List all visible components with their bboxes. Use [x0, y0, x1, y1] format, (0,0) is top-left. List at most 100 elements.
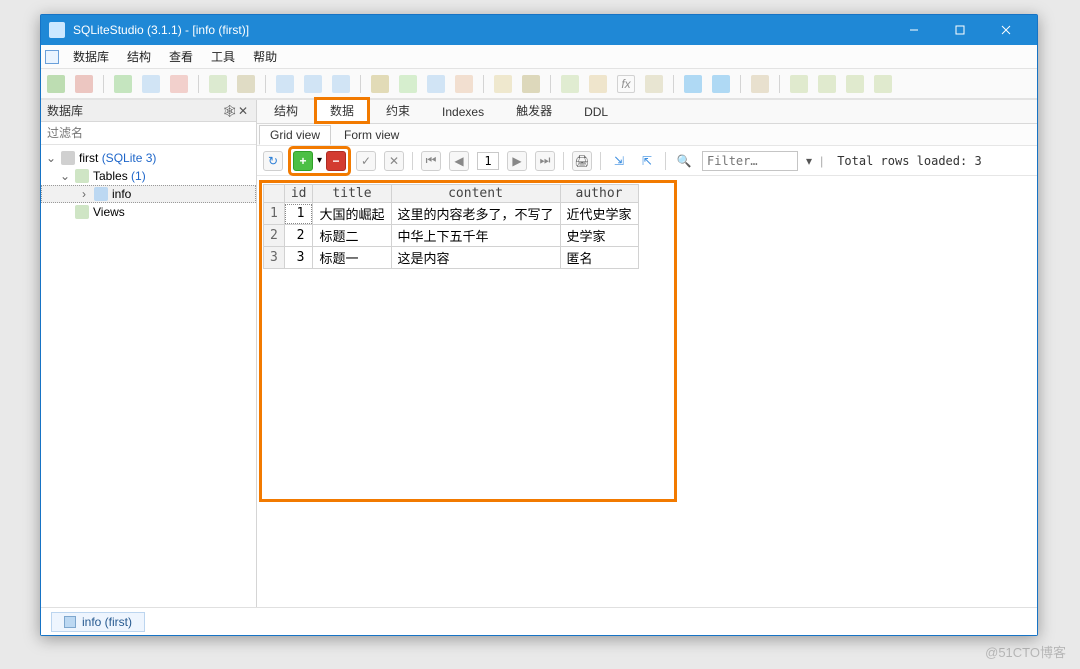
fx-icon[interactable]: fx: [617, 75, 635, 93]
cell-selected[interactable]: 1: [284, 203, 313, 225]
connect-icon[interactable]: [47, 75, 65, 93]
table-name-label: info: [112, 187, 131, 201]
maximize-button[interactable]: [937, 15, 983, 45]
grid-row[interactable]: 1 1 大国的崛起 这里的内容老多了，不写了 近代史学家: [264, 203, 639, 225]
tb-s1[interactable]: [276, 75, 294, 93]
col-id[interactable]: id: [284, 185, 313, 203]
tree-tables-node[interactable]: ⌄ Tables (1): [41, 167, 256, 185]
tb-t4[interactable]: [455, 75, 473, 93]
tree-db-node[interactable]: ⌄ first (SQLite 3): [41, 149, 256, 167]
print-button[interactable]: 🖨: [572, 151, 592, 171]
first-page-button[interactable]: ⏮: [421, 151, 441, 171]
tb-t2[interactable]: [399, 75, 417, 93]
tab-ddl[interactable]: DDL: [569, 101, 623, 123]
prev-page-button[interactable]: ◀: [449, 151, 469, 171]
tb-l3[interactable]: [846, 75, 864, 93]
watermark: @51CTO博客: [985, 642, 1066, 661]
remove-db-icon[interactable]: [170, 75, 188, 93]
insert-row-button[interactable]: +: [293, 151, 313, 171]
tb-l1[interactable]: [790, 75, 808, 93]
content-area: 结构 数据 约束 Indexes 触发器 DDL Grid view Form …: [257, 100, 1037, 607]
tab-indexes[interactable]: Indexes: [427, 101, 499, 123]
views-label: Views: [93, 205, 125, 219]
disconnect-icon[interactable]: [75, 75, 93, 93]
tb-t1[interactable]: [371, 75, 389, 93]
menu-database[interactable]: 数据库: [65, 46, 117, 67]
col-content[interactable]: content: [391, 185, 560, 203]
close-button[interactable]: [983, 15, 1029, 45]
tb-g2[interactable]: [237, 75, 255, 93]
tree-views-node[interactable]: Views: [41, 203, 256, 221]
filter-input[interactable]: [702, 151, 798, 171]
tb-u2[interactable]: [522, 75, 540, 93]
tree-table-info[interactable]: › info: [41, 185, 256, 203]
tab-data[interactable]: 数据: [315, 98, 369, 123]
pin-icon[interactable]: 🕸: [222, 104, 236, 118]
tb-v1[interactable]: [561, 75, 579, 93]
tab-constraints[interactable]: 约束: [371, 98, 425, 123]
status-tab-label: info (first): [82, 615, 132, 629]
tb-l2[interactable]: [818, 75, 836, 93]
delete-row-button[interactable]: −: [326, 151, 346, 171]
expand-cols-icon[interactable]: ⇱: [637, 151, 657, 171]
grid-area: id title content author 1 1 大国的崛起 这里的内容老…: [257, 176, 1037, 607]
tb-s3[interactable]: [332, 75, 350, 93]
menu-tools[interactable]: 工具: [203, 46, 243, 67]
refresh-button[interactable]: ↻: [263, 151, 283, 171]
edit-db-icon[interactable]: [142, 75, 160, 93]
insert-dropdown-icon[interactable]: ▾: [317, 155, 322, 166]
rollback-button[interactable]: ✕: [384, 151, 404, 171]
sidebar-filter-input[interactable]: [41, 122, 256, 145]
page-input[interactable]: [477, 152, 499, 170]
titlebar: SQLiteStudio (3.1.1) - [info (first)]: [41, 15, 1037, 45]
subtab-form[interactable]: Form view: [333, 125, 410, 145]
tb-a1[interactable]: [684, 75, 702, 93]
status-tab[interactable]: info (first): [51, 612, 145, 632]
tb-u1[interactable]: [494, 75, 512, 93]
tb-a2[interactable]: [712, 75, 730, 93]
grid-header: id title content author: [264, 185, 639, 203]
subtab-grid[interactable]: Grid view: [259, 125, 331, 145]
tb-l4[interactable]: [874, 75, 892, 93]
db-tree[interactable]: ⌄ first (SQLite 3) ⌄ Tables (1) › info V…: [41, 145, 256, 607]
tb-t3[interactable]: [427, 75, 445, 93]
col-title[interactable]: title: [313, 185, 391, 203]
grid-row[interactable]: 3 3 标题一 这是内容 匿名: [264, 247, 639, 269]
tab-structure[interactable]: 结构: [259, 98, 313, 123]
tb-v3[interactable]: [645, 75, 663, 93]
tb-g1[interactable]: [209, 75, 227, 93]
close-panel-icon[interactable]: ✕: [236, 104, 250, 118]
app-window: SQLiteStudio (3.1.1) - [info (first)] 数据…: [40, 14, 1038, 636]
col-author[interactable]: author: [560, 185, 638, 203]
row-header-corner: [264, 185, 285, 203]
tb-s2[interactable]: [304, 75, 322, 93]
add-db-icon[interactable]: [114, 75, 132, 93]
minimize-button[interactable]: [891, 15, 937, 45]
view-tabs: Grid view Form view: [257, 124, 1037, 146]
object-tabs: 结构 数据 约束 Indexes 触发器 DDL: [257, 100, 1037, 124]
tb-wrench-icon[interactable]: [751, 75, 769, 93]
app-icon: [49, 22, 65, 38]
grid-row[interactable]: 2 2 标题二 中华上下五千年 史学家: [264, 225, 639, 247]
filter-dropdown-icon[interactable]: ▾: [806, 154, 812, 168]
next-page-button[interactable]: ▶: [507, 151, 527, 171]
commit-button[interactable]: ✓: [356, 151, 376, 171]
tables-count: (1): [131, 169, 146, 183]
window-restore-icon[interactable]: [45, 50, 59, 64]
tab-triggers[interactable]: 触发器: [501, 98, 567, 123]
sidebar: 数据库 🕸 ✕ ⌄ first (SQLite 3) ⌄ Tables (1): [41, 100, 257, 607]
table-icon: [64, 616, 76, 628]
main-area: 数据库 🕸 ✕ ⌄ first (SQLite 3) ⌄ Tables (1): [41, 99, 1037, 607]
data-grid[interactable]: id title content author 1 1 大国的崛起 这里的内容老…: [263, 184, 639, 269]
last-page-button[interactable]: ⏭: [535, 151, 555, 171]
menubar: 数据库 结构 查看 工具 帮助: [41, 45, 1037, 69]
fit-cols-icon[interactable]: ⇲: [609, 151, 629, 171]
menu-view[interactable]: 查看: [161, 46, 201, 67]
menu-structure[interactable]: 结构: [119, 46, 159, 67]
menu-help[interactable]: 帮助: [245, 46, 285, 67]
tables-label: Tables: [93, 169, 128, 183]
status-bar: info (first): [41, 607, 1037, 635]
tb-v2[interactable]: [589, 75, 607, 93]
search-icon[interactable]: 🔍: [674, 151, 694, 171]
sidebar-title: 数据库: [47, 102, 83, 119]
